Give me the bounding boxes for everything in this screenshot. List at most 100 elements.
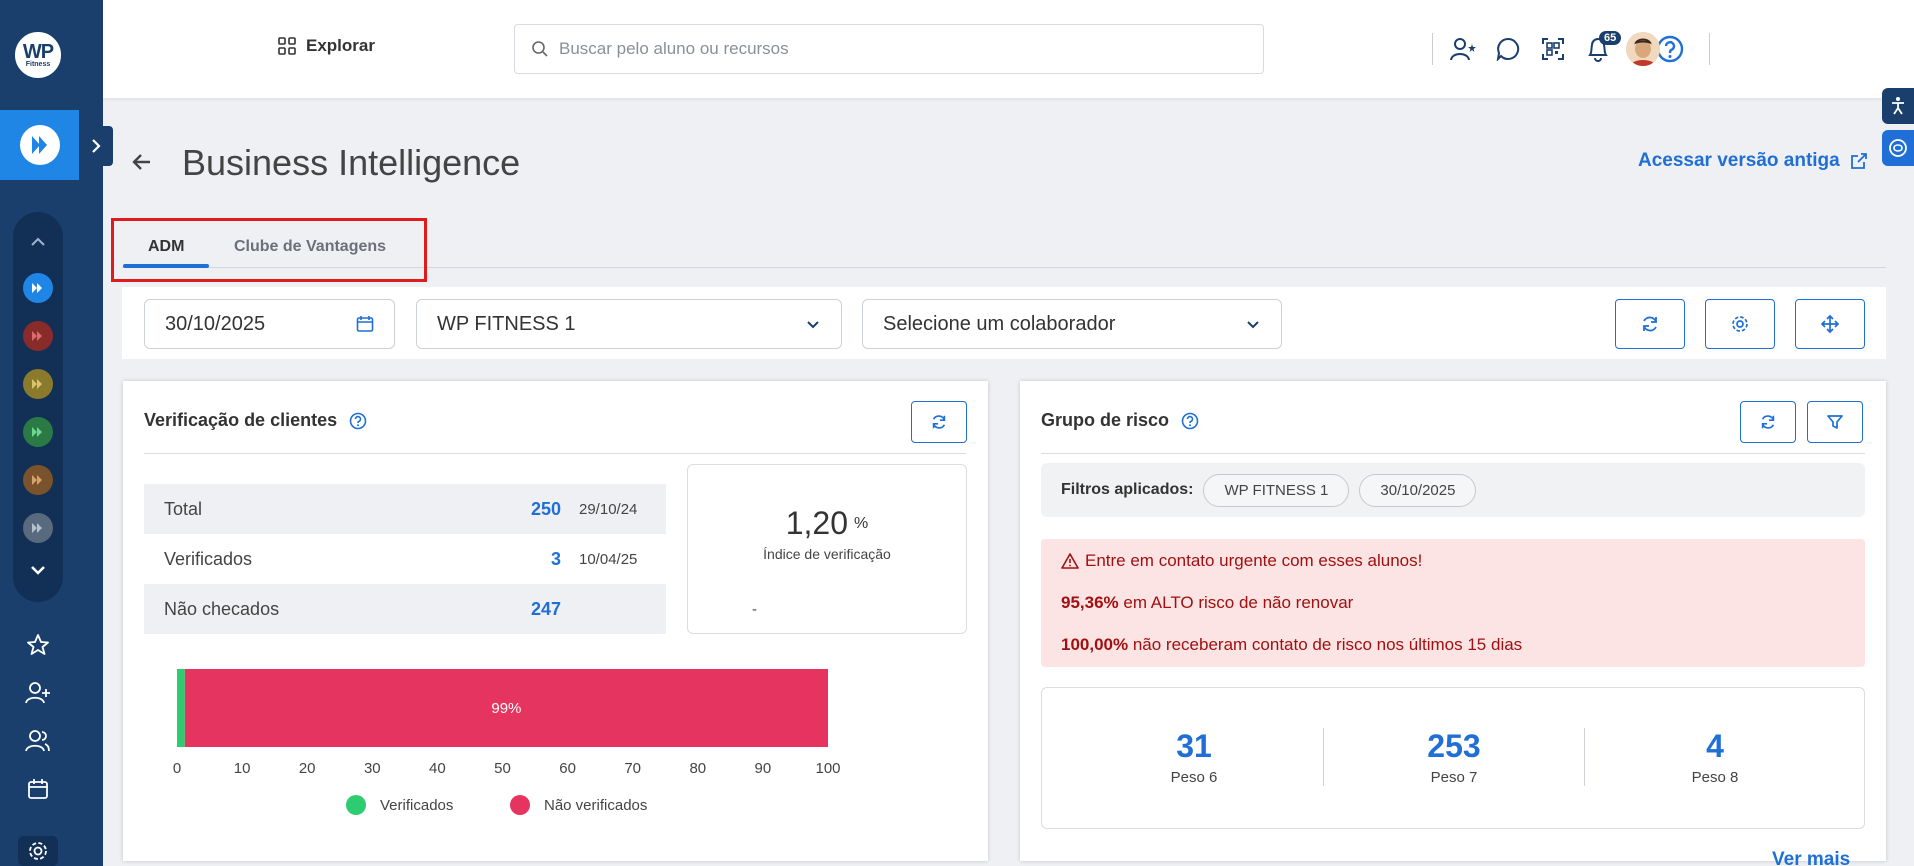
app-logo[interactable]: WP Fitness bbox=[13, 30, 63, 80]
refresh-icon bbox=[932, 415, 946, 429]
verification-refresh-button[interactable] bbox=[911, 401, 967, 443]
filter-chip[interactable]: 30/10/2025 bbox=[1359, 473, 1477, 507]
search-box[interactable] bbox=[514, 24, 1264, 74]
settings-icon[interactable] bbox=[18, 836, 58, 866]
weight-item[interactable]: 4 Peso 8 bbox=[1585, 728, 1845, 786]
help-icon[interactable] bbox=[349, 412, 367, 430]
user-avatar[interactable] bbox=[1626, 32, 1660, 66]
row-value[interactable]: 3 bbox=[551, 549, 561, 570]
arrow-left-icon bbox=[132, 154, 150, 170]
calendar-icon bbox=[356, 316, 374, 332]
date-value: 30/10/2025 bbox=[165, 312, 266, 335]
x-tick-label: 90 bbox=[755, 760, 772, 777]
verification-title-text: Verificação de clientes bbox=[144, 410, 338, 430]
settings-button[interactable] bbox=[1705, 299, 1775, 349]
logo-subtext: Fitness bbox=[25, 60, 51, 68]
calendar-icon[interactable] bbox=[24, 775, 52, 803]
row-value[interactable]: 250 bbox=[531, 499, 561, 520]
high-risk-percent: 95,36% bbox=[1061, 593, 1119, 612]
risk-refresh-button[interactable] bbox=[1740, 401, 1796, 443]
collaborator-select[interactable]: Selecione um colaborador bbox=[862, 299, 1282, 349]
add-user-icon[interactable] bbox=[24, 679, 52, 707]
move-button[interactable] bbox=[1795, 299, 1865, 349]
card-divider bbox=[144, 453, 966, 454]
search-input[interactable] bbox=[559, 39, 1239, 59]
add-person-icon[interactable] bbox=[1447, 33, 1479, 65]
weight-label: Peso 8 bbox=[1691, 769, 1739, 786]
app-switch-green-icon[interactable] bbox=[23, 417, 53, 447]
active-app-button[interactable] bbox=[0, 110, 79, 180]
x-tick-label: 10 bbox=[234, 760, 251, 777]
x-tick-label: 50 bbox=[494, 760, 511, 777]
weight-item[interactable]: 31 Peso 6 bbox=[1064, 728, 1324, 786]
verification-chart: 99% 0 10 20 30 40 50 60 70 80 90 100 Verificados Não … bbox=[173, 669, 841, 815]
refresh-icon bbox=[1643, 316, 1657, 332]
legend-marker[interactable] bbox=[510, 795, 530, 815]
app-switch-orange-icon[interactable] bbox=[23, 465, 53, 495]
index-value: 1,20 bbox=[785, 505, 849, 541]
risk-card-title: Grupo de risco bbox=[1041, 410, 1199, 431]
tabs-highlight-box bbox=[111, 218, 427, 282]
row-date: 10/04/25 bbox=[579, 550, 638, 568]
row-label: Verificados bbox=[164, 548, 253, 569]
high-risk-text: em ALTO risco de não renovar bbox=[1118, 593, 1354, 612]
chevron-down-icon bbox=[807, 321, 819, 329]
see-more-link[interactable]: Ver mais bbox=[1772, 849, 1850, 866]
company-select[interactable]: WP FITNESS 1 bbox=[416, 299, 842, 349]
alert-line-no-contact: 100,00% não receberam contato de risco n… bbox=[1061, 635, 1522, 655]
qr-code-icon[interactable] bbox=[1537, 33, 1569, 65]
accessibility-button[interactable] bbox=[1882, 88, 1914, 124]
row-value[interactable]: 247 bbox=[531, 599, 561, 620]
external-link-icon bbox=[1850, 153, 1867, 169]
logo-text: WP bbox=[22, 40, 54, 63]
weight-value: 4 bbox=[1706, 728, 1724, 764]
row-label: Não checados bbox=[164, 598, 280, 619]
alert-title-line: Entre em contato urgente com esses aluno… bbox=[1061, 551, 1422, 571]
legend-label[interactable]: Verificados bbox=[380, 797, 453, 814]
chevron-right-icon bbox=[92, 139, 101, 153]
app-switch-red-icon[interactable] bbox=[23, 321, 53, 351]
page-title: Business Intelligence bbox=[182, 142, 521, 183]
chat-icon[interactable] bbox=[1492, 33, 1524, 65]
filter-icon bbox=[1827, 415, 1843, 429]
old-version-link[interactable]: Acessar versão antiga bbox=[1638, 150, 1868, 172]
star-icon[interactable] bbox=[24, 631, 52, 659]
move-icon bbox=[1820, 314, 1840, 334]
old-version-label: Acessar versão antiga bbox=[1638, 150, 1840, 171]
assistant-icon bbox=[1889, 139, 1907, 157]
scroll-down-icon[interactable] bbox=[24, 556, 52, 584]
x-tick-label: 20 bbox=[299, 760, 316, 777]
header-divider bbox=[1432, 33, 1433, 65]
x-tick-label: 40 bbox=[429, 760, 446, 777]
table-row: Verificados 3 10/04/25 bbox=[144, 534, 666, 584]
date-picker[interactable]: 30/10/2025 bbox=[144, 299, 395, 349]
card-divider bbox=[1041, 453, 1865, 454]
weight-value: 31 bbox=[1176, 728, 1212, 764]
explore-button[interactable]: Explorar bbox=[278, 36, 375, 56]
assistant-button[interactable] bbox=[1882, 130, 1914, 166]
x-tick-label: 30 bbox=[364, 760, 381, 777]
x-tick-label: 70 bbox=[624, 760, 641, 777]
filter-chip[interactable]: WP FITNESS 1 bbox=[1203, 473, 1350, 507]
legend-label[interactable]: Não verificados bbox=[544, 797, 647, 814]
legend-marker[interactable] bbox=[346, 795, 366, 815]
company-value: WP FITNESS 1 bbox=[437, 312, 576, 335]
help-icon[interactable] bbox=[1181, 412, 1199, 430]
risk-filter-button[interactable] bbox=[1807, 401, 1863, 443]
weight-item[interactable]: 253 Peso 7 bbox=[1324, 728, 1584, 786]
app-switch-gray-icon[interactable] bbox=[23, 513, 53, 543]
app-switch-blue-icon[interactable] bbox=[23, 273, 53, 303]
app-switch-yellow-icon[interactable] bbox=[23, 369, 53, 399]
sidebar-expand-button[interactable] bbox=[79, 126, 113, 166]
refresh-all-button[interactable] bbox=[1615, 299, 1685, 349]
bar-segment-0[interactable] bbox=[177, 669, 185, 747]
scroll-up-icon[interactable] bbox=[24, 228, 52, 256]
explore-label: Explorar bbox=[306, 36, 375, 55]
applied-filters-bar: Filtros aplicados: WP FITNESS 1 30/10/20… bbox=[1041, 463, 1865, 517]
users-icon[interactable] bbox=[24, 727, 52, 755]
verification-card-title: Verificação de clientes bbox=[144, 410, 367, 431]
notification-bell-icon[interactable]: 65 bbox=[1582, 31, 1622, 65]
back-button[interactable] bbox=[130, 150, 154, 179]
index-unit: % bbox=[854, 515, 869, 532]
risk-alert: Entre em contato urgente com esses aluno… bbox=[1041, 539, 1865, 667]
